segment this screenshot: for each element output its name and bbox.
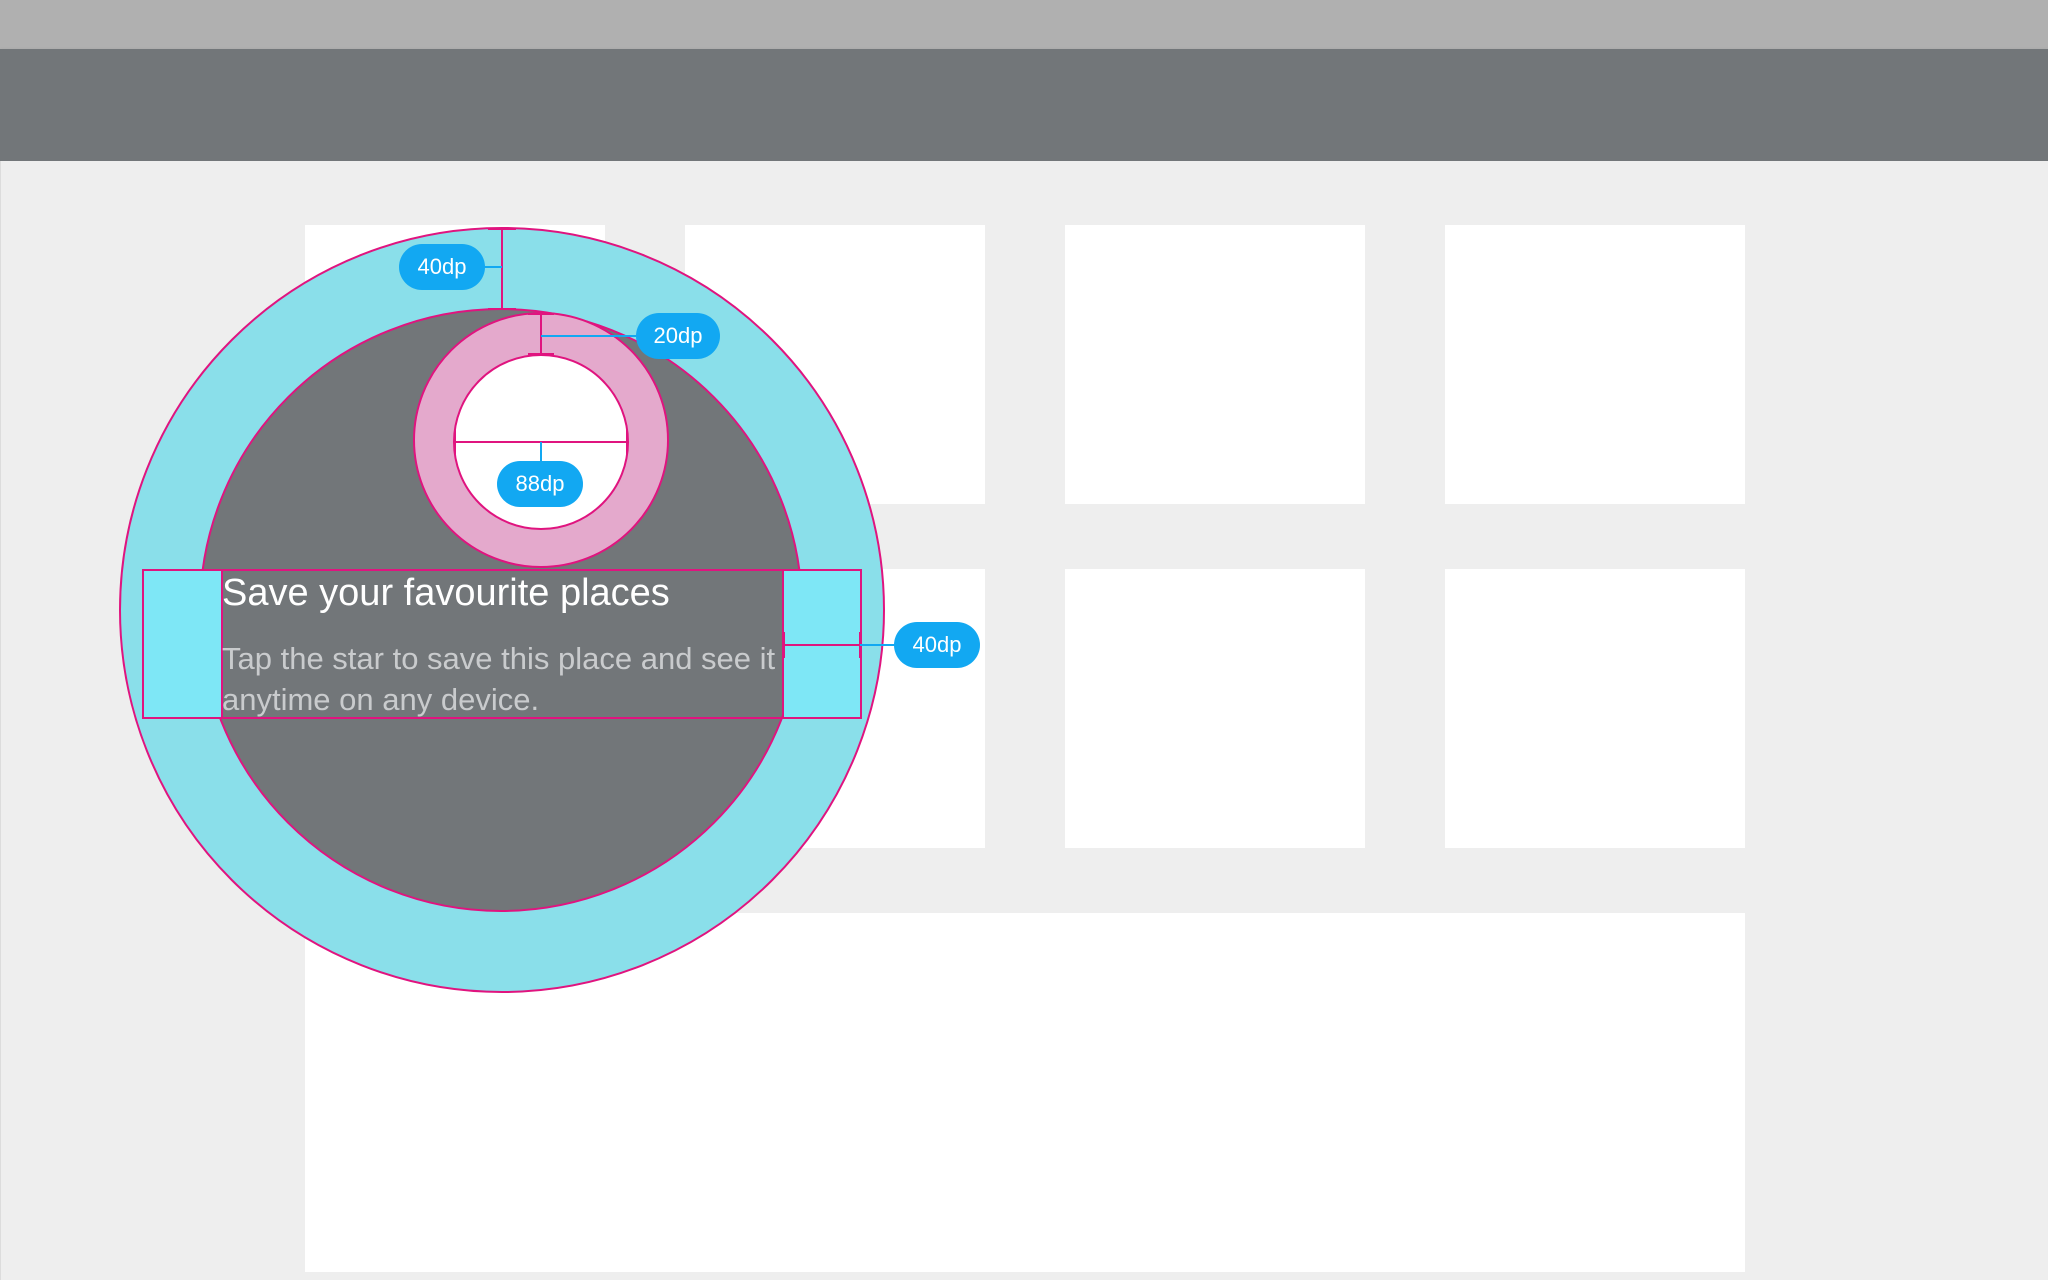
feature-discovery-overlay: Save your favourite places Tap the star …: [0, 0, 2048, 1280]
target-padding-badge: 20dp: [636, 313, 720, 359]
left-padding-block: [142, 569, 223, 719]
text-padding-badge: 40dp: [894, 622, 980, 668]
right-padding-block: [782, 569, 862, 719]
target-diameter-badge: 88dp: [497, 461, 583, 507]
feature-title: Save your favourite places: [222, 572, 670, 614]
outer-ring-width-badge: 40dp: [399, 244, 485, 290]
feature-description: Tap the star to save this place and see …: [222, 641, 776, 717]
